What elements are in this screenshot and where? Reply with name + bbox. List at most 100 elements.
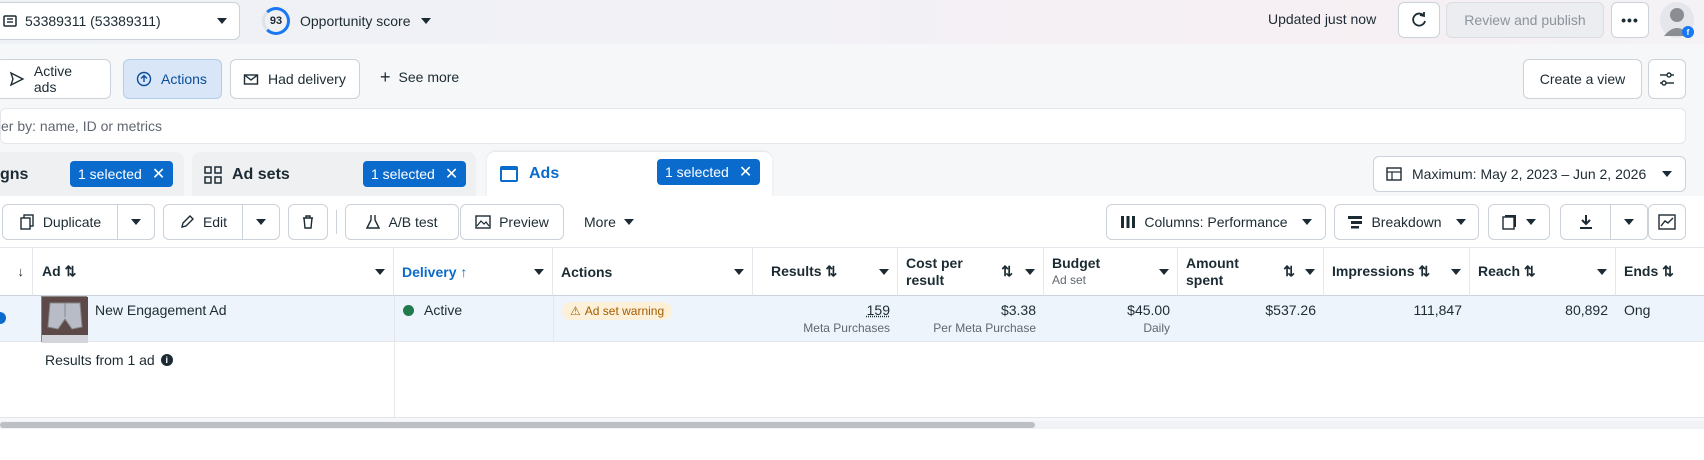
filter-active-ads[interactable]: Active ads <box>0 59 111 99</box>
column-header-actions[interactable]: Actions <box>553 248 753 296</box>
edit-dropdown[interactable] <box>243 205 279 239</box>
chevron-down-icon[interactable] <box>879 268 889 275</box>
column-header-delivery[interactable]: Delivery ↑ <box>394 248 553 296</box>
toolbar-divider <box>336 210 337 234</box>
column-header-reach[interactable]: Reach ⇅ <box>1470 248 1616 296</box>
date-range-picker[interactable]: Maximum: May 2, 2023 – Jun 2, 2026 <box>1373 156 1686 192</box>
preview-button[interactable]: Preview <box>460 204 564 240</box>
table-row[interactable]: New Engagement Ad Active ⚠ Ad set warnin… <box>0 296 1704 343</box>
close-icon[interactable]: ✕ <box>152 164 165 184</box>
duplicate-dropdown[interactable] <box>118 205 154 239</box>
campaigns-selected-label: 1 selected <box>78 166 142 182</box>
sort-icon: ⇅ <box>825 263 838 279</box>
opportunity-score[interactable]: 93 Opportunity score <box>262 7 431 35</box>
sliders-icon <box>1660 72 1674 86</box>
columns-button[interactable]: Columns: Performance <box>1106 204 1326 240</box>
charts-button[interactable] <box>1648 204 1686 240</box>
chevron-down-icon <box>1301 219 1312 225</box>
chart-trend-icon <box>1658 214 1676 230</box>
chevron-down-icon[interactable] <box>1451 268 1461 275</box>
column-header-select[interactable]: ↓ <box>0 248 33 296</box>
column-header-amount-spent[interactable]: Amount spent ⇅ <box>1178 248 1324 296</box>
ad-set-warning-badge[interactable]: ⚠ Ad set warning <box>562 302 673 320</box>
adsets-selected-chip[interactable]: 1 selected ✕ <box>363 161 467 187</box>
chevron-down-icon[interactable] <box>1159 268 1169 275</box>
horizontal-scrollbar-thumb[interactable] <box>0 422 1035 428</box>
export-dropdown[interactable] <box>1611 205 1647 239</box>
filter-active-ads-label: Active ads <box>33 63 72 95</box>
column-header-results-label: Results <box>771 263 822 279</box>
chevron-down-icon <box>1455 219 1466 225</box>
close-icon[interactable]: ✕ <box>739 162 752 182</box>
review-publish-button[interactable]: Review and publish <box>1446 2 1604 38</box>
edit-button[interactable]: Edit <box>164 205 243 239</box>
chevron-down-icon <box>1526 219 1536 225</box>
impressions-cell: 111,847 <box>1413 302 1462 318</box>
chevron-down-icon[interactable] <box>1305 268 1315 275</box>
results-value[interactable]: 159 <box>761 302 890 318</box>
chevron-down-icon <box>131 219 141 225</box>
envelope-icon <box>243 74 259 85</box>
filter-had-delivery[interactable]: Had delivery <box>230 59 360 99</box>
row-checkbox[interactable] <box>0 312 6 324</box>
column-header-impressions-label: Impressions <box>1332 263 1415 279</box>
more-actions-button[interactable]: More <box>584 204 654 240</box>
export-split-button <box>1560 204 1648 240</box>
delete-button[interactable] <box>288 204 328 240</box>
sort-icon: ⇅ <box>1283 263 1295 279</box>
duplicate-label: Duplicate <box>42 214 102 230</box>
ad-thumbnail[interactable] <box>41 296 88 343</box>
column-header-impressions[interactable]: Impressions ⇅ <box>1324 248 1470 296</box>
summary-text: Results from 1 ad i <box>45 352 173 368</box>
create-view-button[interactable]: Create a view <box>1523 59 1642 99</box>
adsets-grid-icon <box>204 165 222 184</box>
campaigns-selected-chip[interactable]: 1 selected ✕ <box>70 161 174 187</box>
chevron-down-icon[interactable] <box>534 268 544 275</box>
chevron-down-icon <box>623 219 634 225</box>
tab-campaigns[interactable]: gns 1 selected ✕ <box>0 152 184 197</box>
more-options-button[interactable]: ••• <box>1611 2 1649 38</box>
column-header-ends[interactable]: Ends ⇅ <box>1616 248 1704 296</box>
chevron-down-icon <box>217 18 227 24</box>
column-header-budget[interactable]: Budget Ad set <box>1044 248 1178 296</box>
ads-selected-chip[interactable]: 1 selected ✕ <box>657 159 761 185</box>
results-sub: Meta Purchases <box>803 321 890 335</box>
see-more-button[interactable]: + See more <box>380 68 459 86</box>
chevron-down-icon[interactable] <box>1025 268 1035 275</box>
date-range-label: Maximum: May 2, 2023 – Jun 2, 2026 <box>1412 166 1647 182</box>
column-header-cost-per-result[interactable]: Cost per result ⇅ <box>898 248 1044 296</box>
tab-ads[interactable]: Ads 1 selected ✕ <box>487 152 772 196</box>
summary-row: Results from 1 ad i <box>0 342 1704 418</box>
amount-spent-cell: $537.26 <box>1265 302 1316 318</box>
duplicate-button[interactable]: Duplicate <box>3 205 118 239</box>
account-name: 53389311 (53389311) <box>25 13 161 29</box>
cost-per-result-value: $3.38 <box>1000 302 1036 318</box>
duplicate-icon <box>20 214 34 230</box>
avatar[interactable]: f <box>1660 2 1694 38</box>
tab-ad-sets-label: Ad sets <box>232 165 290 183</box>
chevron-down-icon[interactable] <box>1597 268 1607 275</box>
ad-name-cell[interactable]: New Engagement Ad <box>87 296 387 342</box>
filter-actions[interactable]: Actions <box>123 59 222 99</box>
export-button[interactable] <box>1561 205 1611 239</box>
ab-test-button[interactable]: A/B test <box>345 204 459 240</box>
account-selector[interactable]: 53389311 (53389311) <box>0 2 240 40</box>
search-input[interactable]: er by: name, ID or metrics <box>0 108 1686 144</box>
tab-ad-sets[interactable]: Ad sets 1 selected ✕ <box>192 152 476 197</box>
reports-button[interactable] <box>1488 204 1550 240</box>
chevron-down-icon[interactable] <box>734 268 744 275</box>
svg-text:f: f <box>1687 28 1690 37</box>
refresh-button[interactable] <box>1398 2 1440 38</box>
close-icon[interactable]: ✕ <box>445 164 458 184</box>
column-header-cost-l1: Cost per <box>906 254 963 271</box>
tab-ads-label: Ads <box>529 165 560 182</box>
budget-value[interactable]: $45.00 <box>1052 302 1170 318</box>
more-label: More <box>584 214 616 230</box>
view-settings-button[interactable] <box>1648 59 1686 99</box>
column-header-results[interactable]: Results ⇅ <box>753 248 898 296</box>
breakdown-button[interactable]: Breakdown <box>1334 204 1479 240</box>
column-header-ad[interactable]: Ad ⇅ <box>33 248 394 296</box>
info-icon[interactable]: i <box>160 354 173 366</box>
delivery-status: Active <box>424 302 463 318</box>
chevron-down-icon[interactable] <box>375 268 385 275</box>
